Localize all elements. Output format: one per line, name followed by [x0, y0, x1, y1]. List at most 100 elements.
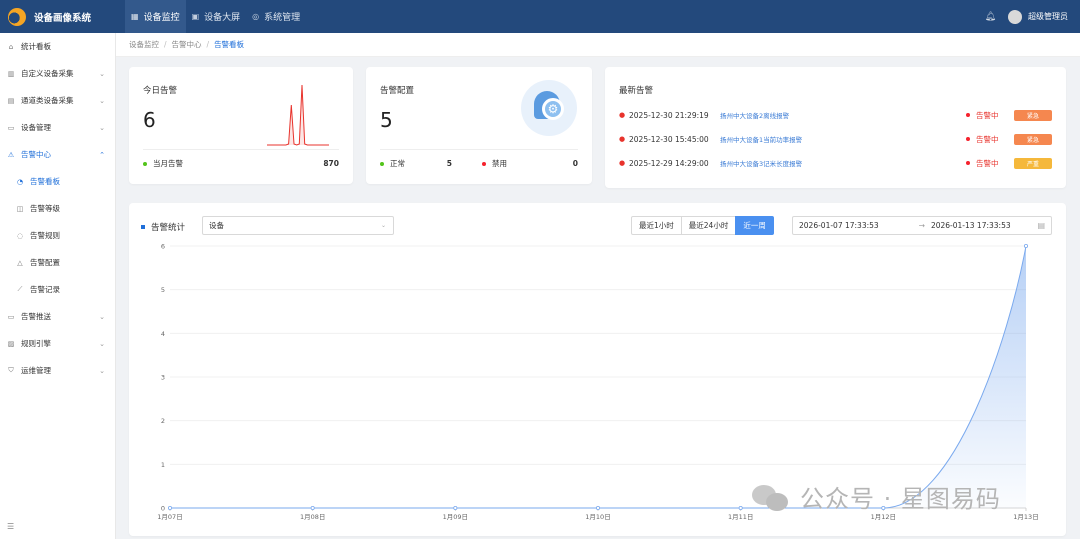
top-nav: ▦ 设备监控 ▣ 设备大屏 ◎ 系统管理 [125, 0, 306, 33]
engine-icon: ▨ [7, 339, 15, 348]
title-marker [141, 225, 145, 229]
alarm-row[interactable]: ● 2025-12-30 21:29:19 扬州中大设备2离线报警 告警中 紧急 [619, 103, 1052, 127]
device-select[interactable]: 设备 ⌄ [202, 216, 394, 235]
sidebar-item-9[interactable]: ⟋ 告警记录 [0, 276, 115, 303]
brand[interactable]: 设备画像系统 [0, 0, 118, 33]
date-range-picker[interactable]: 2026-01-07 17:33:53 → 2026-01-13 17:33:5… [792, 216, 1052, 235]
sidebar-item-label: 规则引擎 [21, 339, 51, 348]
y-tick-label: 6 [161, 243, 165, 251]
breadcrumb-item[interactable]: 设备监控 [129, 39, 159, 50]
sidebar-item-6[interactable]: ◫ 告警等级 [0, 195, 115, 222]
sidebar-item-7[interactable]: ◌ 告警规则 [0, 222, 115, 249]
alarm-status: 告警中 [976, 110, 999, 120]
range-button-1[interactable]: 最近24小时 [680, 216, 737, 235]
username[interactable]: 超级管理员 [1028, 11, 1068, 22]
app-title: 设备画像系统 [34, 12, 92, 24]
y-tick-label: 1 [161, 461, 165, 469]
range-button-0[interactable]: 最近1小时 [631, 216, 682, 235]
dashboard-icon: ◔ [16, 177, 24, 186]
config-icon: △ [17, 258, 23, 267]
sidebar-item-8[interactable]: △ 告警配置 [0, 249, 115, 276]
alarm-message[interactable]: 扬州中大设备2离线报警 [720, 110, 966, 120]
chevron-icon: ⌄ [99, 69, 105, 78]
status-dot [966, 113, 970, 117]
chevron-icon: ⌃ [99, 150, 105, 159]
breadcrumb-current: 告警看板 [214, 40, 245, 49]
normal-value: 5 [446, 159, 452, 168]
sidebar-item-0[interactable]: ⌂ 统计看板 [0, 33, 115, 60]
alarm-message[interactable]: 扬州中大设备3记米长度报警 [720, 158, 966, 168]
sidebar-item-label: 告警等级 [30, 204, 60, 213]
sparkline-area [267, 85, 329, 145]
sidebar-item-5[interactable]: ◔ 告警看板 [0, 168, 115, 195]
data-point [738, 505, 743, 510]
data-point [453, 505, 458, 510]
latest-alarm-card: 最新告警 ● 2025-12-30 21:29:19 扬州中大设备2离线报警 告… [605, 67, 1066, 188]
settings-icon: ◎ [252, 12, 260, 21]
watermark: 公众号 · 星图易码 [752, 479, 1001, 514]
breadcrumb-separator: / [164, 40, 167, 49]
chevron-icon: ⌄ [99, 312, 105, 321]
arrow-right-icon: → [918, 221, 925, 230]
sidebar-item-1[interactable]: ▥ 自定义设备采集 ⌄ [0, 60, 115, 87]
logo-icon [8, 7, 26, 26]
x-tick-label: 1月09日 [443, 513, 468, 521]
card-title: 今日告警 [143, 86, 178, 96]
nav-tab-2[interactable]: ◎ 系统管理 [246, 0, 306, 33]
today-sparkline [267, 84, 329, 146]
sidebar-item-10[interactable]: ▭ 告警推送 ⌄ [0, 303, 115, 330]
sidebar-item-label: 告警记录 [30, 285, 60, 294]
x-tick-label: 1月13日 [1013, 513, 1038, 521]
level-badge: 紧急 [1014, 133, 1052, 145]
alarm-icon: ⚠ [7, 150, 15, 159]
breadcrumb-item[interactable]: 告警中心 [172, 39, 202, 50]
x-tick-label: 1月10日 [585, 513, 610, 521]
divider [380, 149, 578, 150]
sidebar-item-label: 告警看板 [30, 177, 60, 186]
rule-icon: ◌ [16, 231, 24, 240]
month-alarm-label: 当月告警 [153, 159, 183, 168]
chevron-icon: ⌄ [99, 96, 105, 105]
calendar-icon[interactable]: ▤ [1037, 221, 1045, 230]
alarm-config-card: 告警配置 5 ⚙ 正常 5 禁用 0 [366, 67, 592, 184]
y-tick-label: 3 [161, 374, 165, 382]
nav-tab-1[interactable]: ▣ 设备大屏 [186, 0, 247, 33]
bell-icon[interactable]: 🔔︎ [985, 12, 996, 22]
wechat-icon [752, 481, 790, 513]
y-tick-label: 5 [161, 286, 165, 294]
sidebar-item-2[interactable]: ▤ 通道类设备采集 ⌄ [0, 87, 115, 114]
date-end[interactable]: 2026-01-13 17:33:53 [931, 221, 1011, 230]
grid-icon: ▦ [131, 12, 139, 21]
alarm-message[interactable]: 扬州中大设备1当前功率报警 [720, 134, 966, 144]
disabled-label: 禁用 [492, 159, 507, 168]
avatar[interactable] [1008, 9, 1022, 24]
nav-tab-label: 设备大屏 [204, 13, 241, 23]
nav-tab-0[interactable]: ▦ 设备监控 [125, 0, 186, 33]
level-icon: ◫ [16, 204, 24, 213]
sidebar-item-12[interactable]: ⛉ 运维管理 ⌄ [0, 357, 115, 384]
chevron-icon: ⌄ [99, 123, 105, 132]
ops-icon: ⛉ [8, 366, 14, 374]
status-dot [966, 161, 970, 165]
sidebar-item-4[interactable]: ⚠ 告警中心 ⌃ [0, 141, 115, 168]
range-buttons: 最近1小时 最近24小时 近一周 [631, 216, 774, 235]
sidebar-item-label: 通道类设备采集 [21, 96, 74, 105]
alarm-time: 2025-12-30 15:45:00 [629, 134, 709, 144]
data-point [310, 505, 315, 510]
y-tick-label: 0 [161, 505, 165, 513]
sidebar-item-11[interactable]: ▨ 规则引擎 ⌄ [0, 330, 115, 357]
sidebar-item-3[interactable]: ▭ 设备管理 ⌄ [0, 114, 115, 141]
divider [143, 149, 339, 150]
card-title: 最新告警 [619, 86, 654, 96]
date-start[interactable]: 2026-01-07 17:33:53 [799, 221, 879, 230]
sidebar-item-label: 自定义设备采集 [21, 69, 74, 78]
range-button-2[interactable]: 近一周 [735, 216, 774, 235]
collapse-menu-icon[interactable]: ☰ [7, 522, 14, 531]
record-icon: ⟋ [17, 285, 23, 293]
alarm-row[interactable]: ● 2025-12-30 15:45:00 扬州中大设备1当前功率报警 告警中 … [619, 127, 1052, 151]
alarm-time: 2025-12-29 14:29:00 [629, 158, 709, 168]
sidebar-item-label: 告警配置 [30, 258, 60, 267]
alarm-row[interactable]: ● 2025-12-29 14:29:00 扬州中大设备3记米长度报警 告警中 … [619, 151, 1052, 175]
normal-label: 正常 [390, 159, 405, 168]
sidebar-item-label: 告警中心 [21, 150, 51, 159]
